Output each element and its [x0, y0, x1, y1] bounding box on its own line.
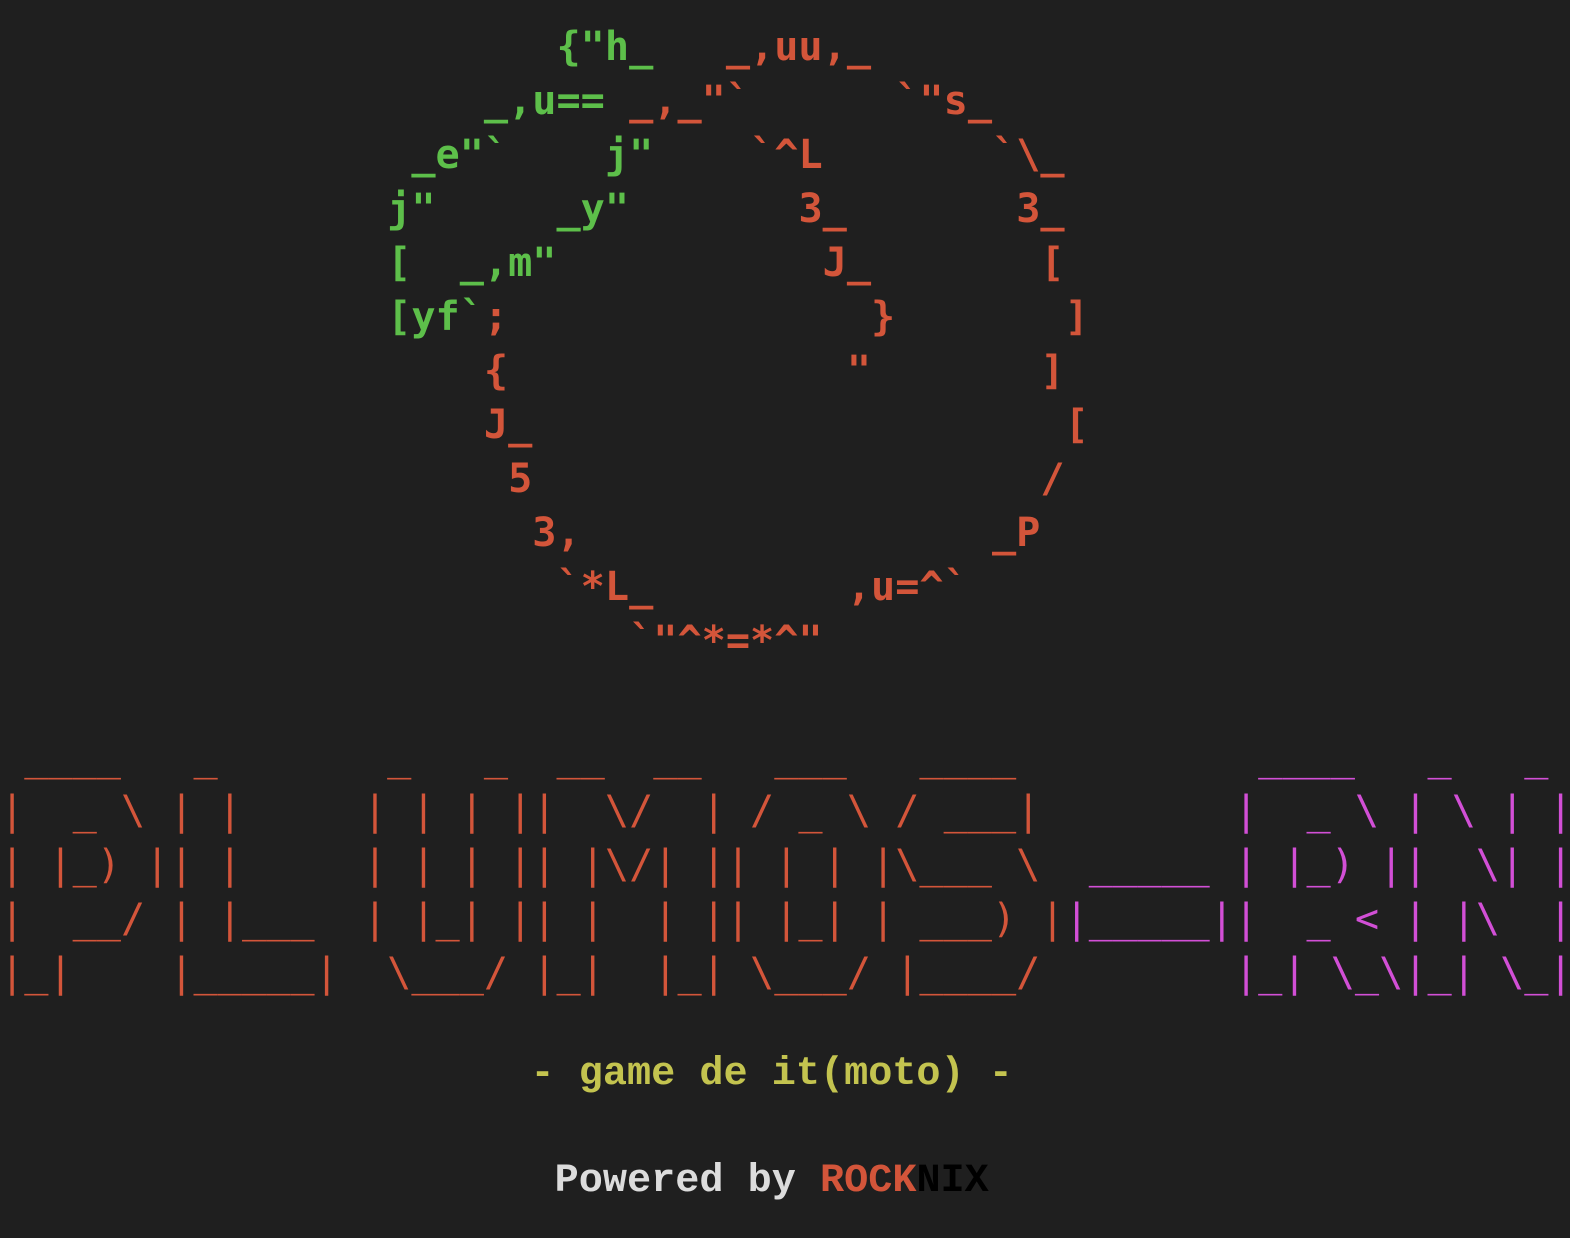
title-art-segment: | _ \ | | | | | || \/ | / _ \ / ___| — [0, 788, 1065, 834]
logo-art-segment: `^L `\_ — [653, 132, 1065, 178]
title-art-segment: ____ _ _ _ __ __ ___ ____ — [0, 734, 1065, 780]
title-art-segment: | _ \ | \ | | — [1233, 788, 1570, 834]
subtitle-text: - game de it(moto) - — [0, 1052, 1013, 1097]
logo-art-segment — [0, 132, 411, 178]
title-art-line: | _ \ | | | | | || \/ | / _ \ / ___| | _… — [0, 784, 1570, 838]
logo-art-line: 3, _P — [0, 506, 1089, 560]
title-art-segment: |_| |_____| \___/ |_| |_| \___/ |____/ — [0, 950, 1065, 996]
logo-art-segment: {"h_ — [556, 24, 654, 70]
title-art-segment: | _ < | |\ | — [1233, 896, 1570, 942]
logo-art-line: _e"` j" `^L `\_ — [0, 128, 1089, 182]
title-art-segment — [1065, 734, 1234, 780]
logo-art-segment: J_ [ — [556, 240, 1065, 286]
title-art-segment: | __/ | |___ | |_| || | | || |_| | ___) … — [0, 896, 1065, 942]
title-art-line: |_| |_____| \___/ |_| |_| \___/ |____/ |… — [0, 946, 1570, 1000]
logo-art-line: `"^*=*^" — [0, 614, 1089, 668]
brand-rock: ROCK — [819, 1159, 917, 1204]
ascii-logo-art: {"h_ _,uu,_ _,u== _,_"` `"s_ _e"` j" `^L… — [0, 20, 1089, 668]
logo-art-segment: ; } ] — [483, 294, 1089, 340]
title-art-segment: _____ — [1064, 842, 1234, 888]
logo-art-line: j" _y" 3_ 3_ — [0, 182, 1089, 236]
title-art-segment: |_| \_\|_| \_| — [1233, 950, 1570, 996]
logo-art-segment: [ _,m" — [387, 240, 557, 286]
logo-art-segment: { " ] — [0, 348, 1065, 394]
logo-art-segment: _,uu,_ — [653, 24, 872, 70]
title-art-line: | |_) || | | | | || |\/| || | | |\___ \ … — [0, 838, 1570, 892]
logo-art-segment: 5 / — [0, 456, 1065, 502]
logo-art-line: [ _,m" J_ [ — [0, 236, 1089, 290]
title-art-line: | __/ | |___ | |_| || | | || |_| | ___) … — [0, 892, 1570, 946]
powered-by-prefix: Powered by — [0, 1159, 820, 1204]
logo-art-segment — [0, 240, 387, 286]
logo-art-segment — [0, 24, 556, 70]
logo-art-segment: _,u== — [483, 78, 605, 124]
logo-art-segment: `"^*=*^" — [0, 618, 823, 664]
logo-art-segment: j" _y" — [387, 186, 630, 232]
title-art-segment: | |_) || \| | — [1233, 842, 1570, 888]
logo-art-line: { " ] — [0, 344, 1089, 398]
title-art-line: ____ _ _ _ __ __ ___ ____ ____ _ _ — [0, 730, 1570, 784]
logo-art-line: _,u== _,_"` `"s_ — [0, 74, 1089, 128]
brand-nix: NIX — [916, 1159, 989, 1204]
logo-art-segment: 3_ 3_ — [629, 186, 1065, 232]
logo-art-line: 5 / — [0, 452, 1089, 506]
terminal-screen: {"h_ _,uu,_ _,u== _,_"` `"s_ _e"` j" `^L… — [0, 0, 1570, 1238]
logo-art-segment — [0, 294, 387, 340]
logo-art-line: [yf`; } ] — [0, 290, 1089, 344]
powered-by-line: Powered by ROCKNIX — [0, 1155, 1570, 1209]
logo-art-segment — [0, 186, 387, 232]
logo-art-segment: _,_"` `"s_ — [604, 78, 993, 124]
logo-art-segment: J_ [ — [0, 402, 1089, 448]
title-art-segment: | |_) || | | | | || |\/| || | | |\___ \ — [0, 842, 1065, 888]
logo-art-line: J_ [ — [0, 398, 1089, 452]
logo-art-segment: _e"` j" — [411, 132, 654, 178]
logo-art-segment: 3, _P — [0, 510, 1041, 556]
ascii-title-art: ____ _ _ _ __ __ ___ ____ ____ _ _ | _ \… — [0, 730, 1570, 1000]
title-art-segment: ____ _ _ — [1233, 734, 1570, 780]
title-art-segment: |_____| — [1064, 896, 1234, 942]
logo-art-line: `*L_ ,u=^` — [0, 560, 1089, 614]
logo-art-segment — [0, 78, 484, 124]
title-art-segment — [1065, 788, 1234, 834]
logo-art-segment: `*L_ ,u=^` — [0, 564, 968, 610]
logo-art-segment: [yf` — [387, 294, 484, 340]
logo-art-line: {"h_ _,uu,_ — [0, 20, 1089, 74]
title-art-segment — [1065, 950, 1234, 996]
